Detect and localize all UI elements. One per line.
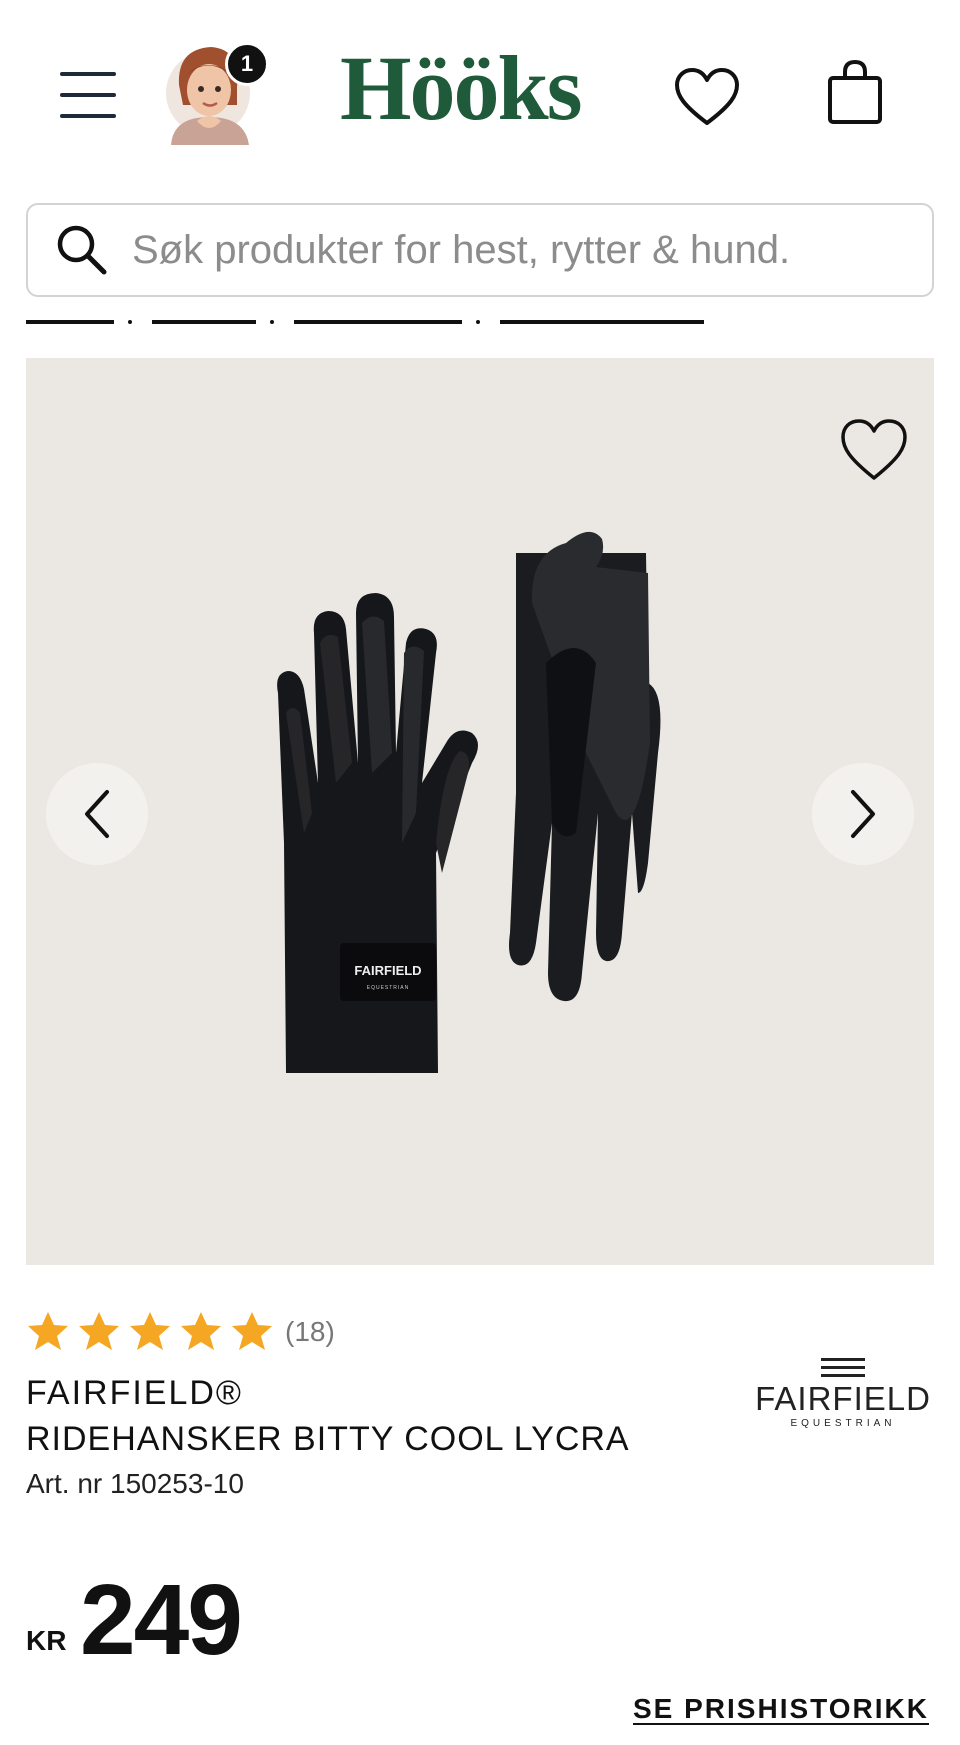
star-icon xyxy=(232,1312,272,1350)
menu-line xyxy=(60,72,116,76)
gallery-next-button[interactable] xyxy=(812,763,914,865)
chevron-right-icon xyxy=(851,790,875,838)
heart-icon[interactable] xyxy=(673,67,741,127)
star-icon xyxy=(181,1312,221,1350)
brand-logo-name: FAIRFIELD xyxy=(755,1380,931,1417)
breadcrumb[interactable] xyxy=(294,318,462,324)
product-image: FAIRFIELD EQUESTRIAN xyxy=(277,531,661,1073)
search-input[interactable] xyxy=(130,226,914,274)
product-name: RIDEHANSKER BITTY COOL LYCRA xyxy=(26,1420,630,1458)
star-icon xyxy=(28,1312,68,1350)
price-currency: KR xyxy=(26,1625,67,1656)
brand-logo-mark xyxy=(821,1358,865,1377)
product-image-gallery[interactable]: FAIRFIELD EQUESTRIAN xyxy=(26,358,934,1265)
price-amount: 249 xyxy=(80,1564,243,1676)
breadcrumb-separator xyxy=(270,320,274,324)
svg-text:FAIRFIELD: FAIRFIELD xyxy=(354,963,421,978)
search-icon[interactable] xyxy=(52,220,112,280)
left-glove: FAIRFIELD EQUESTRIAN xyxy=(277,593,478,1073)
right-glove xyxy=(509,531,661,1002)
gallery-prev-button[interactable] xyxy=(46,763,148,865)
brand-logo-sub: EQUESTRIAN xyxy=(790,1418,896,1429)
rating-stars[interactable]: (18) xyxy=(26,1310,335,1354)
svg-text:EQUESTRIAN: EQUESTRIAN xyxy=(367,985,410,991)
chevron-left-icon xyxy=(85,790,109,838)
search-bar[interactable] xyxy=(26,203,934,297)
shopping-bag-icon[interactable] xyxy=(825,58,885,126)
menu-line xyxy=(60,114,116,118)
heart-icon[interactable] xyxy=(839,418,909,482)
breadcrumb[interactable] xyxy=(152,318,256,324)
brand-logo[interactable]: FAIRFIELD EQUESTRIAN xyxy=(750,1358,936,1438)
article-number: Art. nr 150253-10 xyxy=(26,1468,244,1499)
avatar-button[interactable]: 1 xyxy=(163,30,273,145)
breadcrumb[interactable] xyxy=(26,318,114,324)
review-count[interactable]: (18) xyxy=(285,1316,335,1348)
menu-button[interactable] xyxy=(60,72,116,118)
breadcrumb-separator xyxy=(128,320,132,324)
breadcrumb[interactable] xyxy=(500,318,704,324)
menu-line xyxy=(60,93,116,97)
product-brand: FAIRFIELD® xyxy=(26,1374,243,1412)
notification-badge: 1 xyxy=(225,42,269,86)
price-history-link[interactable]: SE PRISHISTORIKK xyxy=(633,1693,929,1725)
star-icon xyxy=(130,1312,170,1350)
site-logo[interactable]: Hööks xyxy=(340,38,630,138)
breadcrumb-separator xyxy=(476,320,480,324)
star-icon xyxy=(79,1312,119,1350)
